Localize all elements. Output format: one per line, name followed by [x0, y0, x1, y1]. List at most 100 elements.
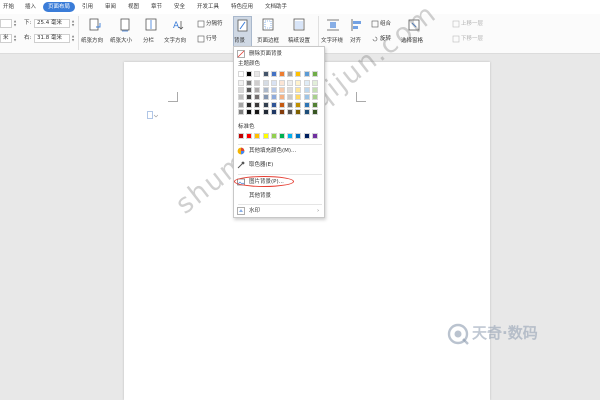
theme-color-shade-swatch[interactable]	[311, 101, 318, 108]
theme-color-shade-swatch[interactable]	[295, 80, 302, 86]
background-button[interactable]: 背景	[234, 37, 245, 45]
theme-color-shade-swatch[interactable]	[279, 80, 285, 86]
theme-color-shade-swatch[interactable]	[287, 101, 294, 108]
menu-sections[interactable]: 章节	[151, 2, 162, 12]
theme-color-shade-swatch[interactable]	[295, 101, 302, 108]
theme-color-shade-swatch[interactable]	[270, 108, 277, 115]
menu-view[interactable]: 视图	[128, 2, 139, 12]
theme-color-shade-swatch[interactable]	[246, 108, 253, 115]
theme-color-shade-swatch[interactable]	[262, 94, 269, 101]
theme-color-swatch[interactable]	[262, 71, 269, 77]
wrap-text-button[interactable]: 文字环绕	[321, 37, 343, 45]
theme-color-shade-swatch[interactable]	[262, 87, 269, 94]
eyedropper-item[interactable]: 取色器(E)	[234, 159, 324, 171]
theme-color-shade-swatch[interactable]	[303, 94, 310, 101]
margin-left-field-partial[interactable]: 米	[0, 34, 12, 43]
theme-color-shade-swatch[interactable]	[262, 108, 269, 115]
wrap-text-icon[interactable]	[326, 18, 340, 32]
menu-insert[interactable]: 插入	[25, 2, 36, 12]
theme-color-shade-swatch[interactable]	[311, 87, 318, 94]
theme-color-shade-swatch[interactable]	[238, 108, 244, 115]
theme-color-swatch[interactable]	[238, 71, 244, 77]
page-size-icon[interactable]	[118, 18, 132, 32]
theme-color-swatch[interactable]	[254, 71, 261, 77]
theme-color-shade-swatch[interactable]	[246, 101, 253, 108]
standard-color-swatch[interactable]	[262, 133, 269, 139]
theme-color-shade-swatch[interactable]	[262, 101, 269, 108]
delete-page-background-item[interactable]: 删除页面背景	[234, 48, 324, 60]
theme-color-shade-swatch[interactable]	[303, 101, 310, 108]
text-direction-button[interactable]: 文字方向	[164, 37, 186, 45]
theme-color-shade-swatch[interactable]	[287, 94, 294, 101]
standard-color-swatch[interactable]	[279, 133, 285, 139]
page-background-icon[interactable]	[236, 19, 250, 33]
standard-color-swatch[interactable]	[303, 133, 310, 139]
margin-top-field-partial[interactable]	[0, 19, 12, 28]
theme-color-shade-swatch[interactable]	[254, 94, 261, 101]
page-border-icon[interactable]	[261, 18, 275, 32]
theme-color-shade-swatch[interactable]	[270, 101, 277, 108]
menu-security[interactable]: 安全	[174, 2, 185, 12]
margin-bottom-field[interactable]: 25.4 毫米	[34, 19, 70, 28]
theme-color-shade-swatch[interactable]	[303, 108, 310, 115]
theme-color-shade-swatch[interactable]	[295, 108, 302, 115]
theme-color-swatch[interactable]	[287, 71, 294, 77]
theme-color-swatch[interactable]	[246, 71, 253, 77]
standard-color-swatch[interactable]	[311, 133, 318, 139]
text-direction-icon[interactable]: A	[171, 18, 185, 32]
menu-references[interactable]: 引用	[82, 2, 93, 12]
page-border-button[interactable]: 页面边框	[257, 37, 279, 45]
standard-color-swatch[interactable]	[254, 133, 261, 139]
menu-doc-assistant[interactable]: 文档助手	[265, 2, 287, 12]
theme-color-shade-swatch[interactable]	[311, 108, 318, 115]
theme-color-shade-swatch[interactable]	[287, 87, 294, 94]
theme-color-shade-swatch[interactable]	[246, 80, 253, 86]
margin-left-spinner[interactable]: ▲ ▼	[13, 34, 17, 43]
margin-bottom-spinner[interactable]: ▲ ▼	[71, 19, 75, 28]
theme-color-swatch[interactable]	[303, 71, 310, 77]
theme-color-shade-swatch[interactable]	[238, 87, 244, 94]
page-orientation-button[interactable]: 纸张方向	[81, 37, 103, 45]
theme-color-shade-swatch[interactable]	[311, 94, 318, 101]
theme-color-shade-swatch[interactable]	[295, 94, 302, 101]
page-orientation-icon[interactable]	[88, 18, 102, 32]
breaks-icon[interactable]	[197, 20, 205, 28]
theme-color-shade-swatch[interactable]	[303, 80, 310, 86]
theme-color-shade-swatch[interactable]	[238, 94, 244, 101]
theme-color-shade-swatch[interactable]	[270, 87, 277, 94]
manuscript-settings-button[interactable]: 稿纸设置	[288, 37, 310, 45]
theme-color-shade-swatch[interactable]	[279, 94, 285, 101]
theme-color-shade-swatch[interactable]	[270, 80, 277, 86]
theme-color-shade-swatch[interactable]	[295, 87, 302, 94]
manuscript-icon[interactable]	[292, 18, 306, 32]
margin-right-spinner[interactable]: ▲ ▼	[71, 34, 75, 43]
margin-top-spinner[interactable]: ▲ ▼	[13, 19, 17, 28]
theme-color-swatch[interactable]	[311, 71, 318, 77]
line-numbers-icon[interactable]	[197, 35, 205, 43]
theme-color-swatch[interactable]	[295, 71, 302, 77]
menu-start[interactable]: 开始	[3, 2, 14, 12]
theme-color-shade-swatch[interactable]	[238, 101, 244, 108]
theme-color-shade-swatch[interactable]	[287, 108, 294, 115]
standard-color-swatch[interactable]	[270, 133, 277, 139]
more-fill-colors-item[interactable]: 其他填充颜色(M)...	[234, 145, 324, 157]
theme-color-shade-swatch[interactable]	[238, 80, 244, 86]
theme-color-shade-swatch[interactable]	[254, 101, 261, 108]
theme-color-swatch[interactable]	[270, 71, 277, 77]
menu-developer[interactable]: 开发工具	[197, 2, 219, 12]
other-background-item[interactable]: 其他背景	[234, 190, 324, 202]
align-icon[interactable]	[350, 18, 364, 32]
standard-color-swatch[interactable]	[287, 133, 294, 139]
watermark-item[interactable]: 水印 ›	[234, 205, 324, 217]
breaks-button[interactable]: 分隔符	[206, 20, 223, 28]
page-size-button[interactable]: 纸张大小	[110, 37, 132, 45]
theme-color-shade-swatch[interactable]	[270, 94, 277, 101]
theme-color-shade-swatch[interactable]	[246, 87, 253, 94]
standard-color-swatch[interactable]	[238, 133, 244, 139]
theme-color-shade-swatch[interactable]	[279, 108, 285, 115]
theme-color-swatch[interactable]	[279, 71, 285, 77]
columns-button[interactable]: 分栏	[143, 37, 154, 45]
standard-color-swatch[interactable]	[246, 133, 253, 139]
line-numbers-button[interactable]: 行号	[206, 35, 217, 43]
theme-color-shade-swatch[interactable]	[254, 87, 261, 94]
